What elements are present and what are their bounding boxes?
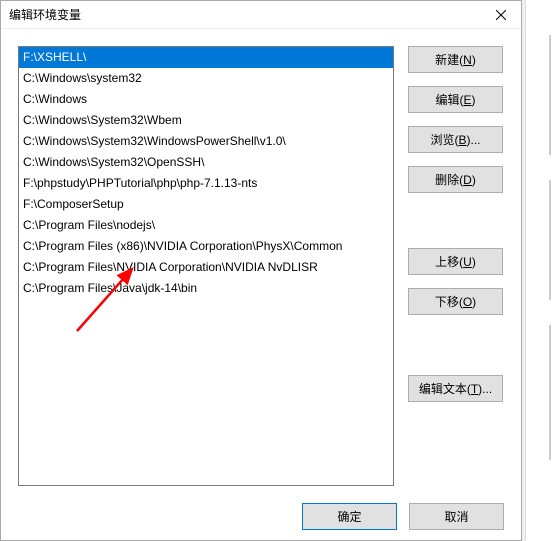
moveup-button[interactable]: 上移(U) xyxy=(408,248,503,275)
edit-button[interactable]: 编辑(E) xyxy=(408,86,503,113)
list-item[interactable]: C:\Windows xyxy=(19,89,393,110)
edit-env-var-dialog: 编辑环境变量 F:\XSHELL\C:\Windows\system32C:\W… xyxy=(0,0,522,541)
list-item[interactable]: F:\phpstudy\PHPTutorial\php\php-7.1.13-n… xyxy=(19,173,393,194)
list-item[interactable]: C:\Windows\System32\OpenSSH\ xyxy=(19,152,393,173)
list-item[interactable]: F:\XSHELL\ xyxy=(19,47,393,68)
list-item[interactable]: C:\Program Files\Java\jdk-14\bin xyxy=(19,278,393,299)
close-icon xyxy=(496,10,506,20)
ok-button[interactable]: 确定 xyxy=(302,503,397,530)
list-item[interactable]: C:\Program Files (x86)\NVIDIA Corporatio… xyxy=(19,236,393,257)
close-button[interactable] xyxy=(481,1,521,29)
side-button-panel: 新建(N) 编辑(E) 浏览(B)... 删除(D) 上移(U) 下移(O) xyxy=(408,46,503,492)
bottom-button-bar: 确定 取消 xyxy=(1,492,521,540)
list-item[interactable]: F:\ComposerSetup xyxy=(19,194,393,215)
list-item[interactable]: C:\Program Files\NVIDIA Corporation\NVID… xyxy=(19,257,393,278)
list-item[interactable]: C:\Windows\system32 xyxy=(19,68,393,89)
path-listbox[interactable]: F:\XSHELL\C:\Windows\system32C:\WindowsC… xyxy=(18,46,394,486)
cancel-button[interactable]: 取消 xyxy=(409,503,504,530)
parent-window-edge xyxy=(525,0,557,541)
list-item[interactable]: C:\Windows\System32\WindowsPowerShell\v1… xyxy=(19,131,393,152)
dialog-title: 编辑环境变量 xyxy=(9,6,81,23)
browse-button[interactable]: 浏览(B)... xyxy=(408,126,503,153)
delete-button[interactable]: 删除(D) xyxy=(408,166,503,193)
movedown-button[interactable]: 下移(O) xyxy=(408,288,503,315)
list-item[interactable]: C:\Windows\System32\Wbem xyxy=(19,110,393,131)
new-button[interactable]: 新建(N) xyxy=(408,46,503,73)
list-item[interactable]: C:\Program Files\nodejs\ xyxy=(19,215,393,236)
edittext-button[interactable]: 编辑文本(T)... xyxy=(408,375,503,402)
titlebar: 编辑环境变量 xyxy=(1,1,521,29)
